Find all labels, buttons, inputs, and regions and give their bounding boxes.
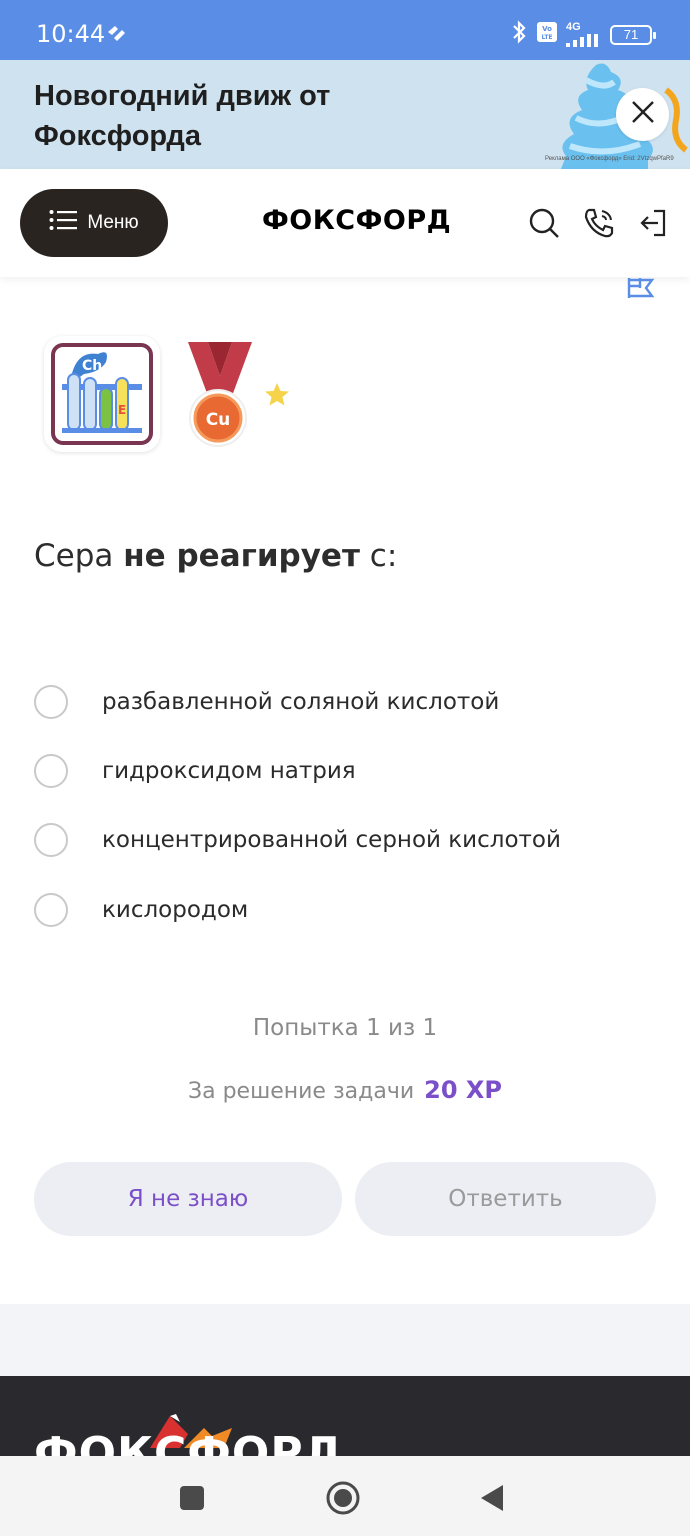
menu-list-icon xyxy=(49,209,78,237)
promo-close-button[interactable] xyxy=(616,88,669,141)
radio-button[interactable] xyxy=(34,754,68,788)
status-bar: 10:44 Vo LTE 4G 71 xyxy=(0,0,690,60)
answer-option-3[interactable]: концентрированной серной кислотой xyxy=(34,815,654,865)
site-logo[interactable]: ФОКСФОРД xyxy=(262,205,451,236)
status-time: 10:44 xyxy=(36,20,106,48)
medal-badge-label: Cu xyxy=(206,410,231,430)
tube-letter: E xyxy=(118,403,126,417)
question-emphasis: не реагирует xyxy=(123,538,360,574)
signal-icon: 4G xyxy=(566,22,602,47)
back-icon[interactable] xyxy=(474,1480,510,1516)
svg-text:LTE: LTE xyxy=(541,34,552,41)
reward-info: За решение задачи 20 XP xyxy=(0,1076,690,1104)
login-icon[interactable] xyxy=(638,207,670,239)
answer-option-label: концентрированной серной кислотой xyxy=(102,827,561,853)
close-icon xyxy=(630,99,656,130)
answer-option-label: разбавленной соляной кислотой xyxy=(102,689,500,715)
volte-icon: Vo LTE xyxy=(536,21,558,48)
answer-option-4[interactable]: кислородом xyxy=(34,885,654,935)
menu-label: Меню xyxy=(87,212,139,233)
phone-icon[interactable] xyxy=(583,207,615,239)
answer-option-label: кислородом xyxy=(102,897,249,923)
radio-button[interactable] xyxy=(34,823,68,857)
content-separator xyxy=(0,1304,690,1376)
promo-fine-print: Реклама ООО «Фоксфорд» Erid: 2VtzqwPfaR9 xyxy=(545,156,674,162)
radio-button[interactable] xyxy=(34,685,68,719)
answer-option-2[interactable]: гидроксидом натрия xyxy=(34,746,654,796)
site-footer: ФОКСФОРД xyxy=(0,1376,690,1456)
promo-banner[interactable]: Новогодний движ от Фоксфорда Реклама ООО… xyxy=(0,60,690,169)
question-prefix: Сера xyxy=(34,538,124,574)
answer-button[interactable]: Ответить xyxy=(355,1162,656,1236)
report-flag-icon[interactable] xyxy=(626,278,656,305)
status-indicators: Vo LTE 4G 71 xyxy=(510,20,656,49)
system-nav-bar xyxy=(0,1456,690,1536)
menu-button[interactable]: Меню xyxy=(20,189,168,257)
network-type: 4G xyxy=(566,21,581,33)
bluetooth-icon xyxy=(510,20,528,49)
medal-badge: Cu xyxy=(180,336,260,452)
footer-logo[interactable]: ФОКСФОРД xyxy=(34,1428,344,1456)
reward-xp: 20 XP xyxy=(424,1076,502,1104)
answer-option-label: гидроксидом натрия xyxy=(102,758,356,784)
question-text: Сера не реагирует с: xyxy=(34,538,397,574)
app-root: 10:44 Vo LTE 4G 71 Новогодний движ от Фок… xyxy=(0,0,690,1536)
home-icon[interactable] xyxy=(325,1480,361,1516)
radio-button[interactable] xyxy=(34,893,68,927)
dont-know-button[interactable]: Я не знаю xyxy=(34,1162,342,1236)
chemistry-badge-label: Ch xyxy=(82,358,102,374)
star-icon xyxy=(257,375,297,415)
battery-indicator: 71 xyxy=(610,24,656,45)
question-suffix: с: xyxy=(359,538,398,574)
site-header: Меню ФОКСФОРД xyxy=(0,169,690,277)
chemistry-badge: Ch E xyxy=(44,336,160,452)
app-notification-icon xyxy=(105,24,127,49)
search-icon[interactable] xyxy=(528,207,560,239)
promo-title: Новогодний движ от Фоксфорда xyxy=(34,80,331,152)
reward-label: За решение задачи xyxy=(188,1079,415,1104)
answer-option-1[interactable]: разбавленной соляной кислотой xyxy=(34,677,654,727)
recent-apps-icon[interactable] xyxy=(174,1480,210,1516)
attempt-counter: Попытка 1 из 1 xyxy=(252,1015,438,1041)
svg-text:Vo: Vo xyxy=(542,25,552,33)
